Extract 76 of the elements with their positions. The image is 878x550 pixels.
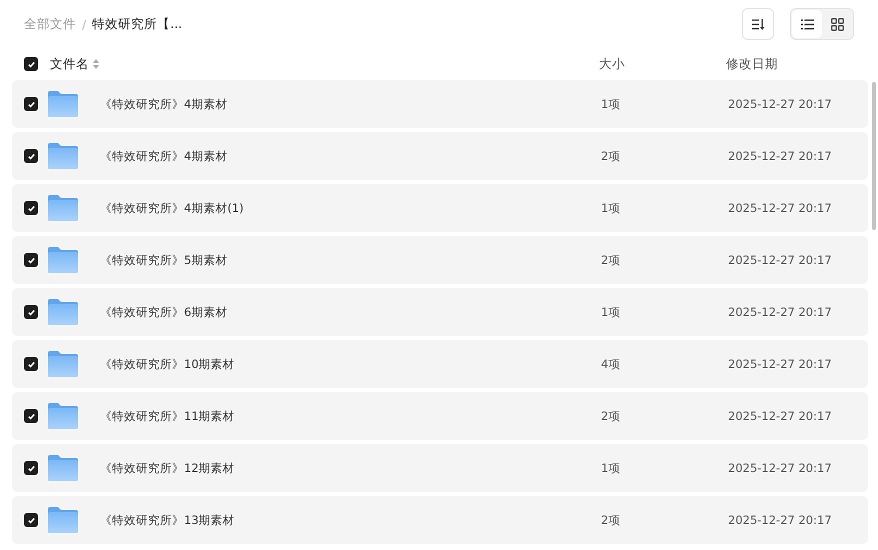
file-row[interactable]: 《特效研究所》11期素材 2项 2025-12-27 20:17	[12, 392, 868, 440]
file-size: 1项	[601, 304, 620, 318]
file-row[interactable]: 《特效研究所》10期素材 4项 2025-12-27 20:17	[12, 340, 868, 388]
file-row[interactable]: 《特效研究所》4期素材 2项 2025-12-27 20:17	[12, 132, 868, 180]
modified-date: 2025-12-27 20:17	[728, 149, 832, 163]
list-view-icon	[800, 18, 814, 30]
file-name: 《特效研究所》5期素材	[100, 252, 228, 268]
grid-view-icon	[830, 18, 844, 30]
file-name: 《特效研究所》13期素材	[100, 512, 235, 528]
file-row[interactable]: 《特效研究所》12期素材 1项 2025-12-27 20:17	[12, 444, 868, 492]
folder-icon	[48, 143, 78, 169]
folder-icon	[48, 351, 78, 377]
column-header[interactable]: 文件名	[50, 56, 89, 72]
check-icon	[26, 256, 36, 264]
folder-icon	[48, 195, 78, 221]
checkbox[interactable]	[24, 201, 38, 215]
checkbox[interactable]	[24, 513, 38, 527]
check-icon	[26, 308, 36, 316]
file-size: 2项	[601, 512, 620, 526]
modified-date: 2025-12-27 20:17	[728, 357, 832, 371]
folder-icon	[48, 247, 78, 273]
check-icon	[26, 516, 36, 524]
check-icon	[26, 100, 36, 108]
file-name: 《特效研究所》10期素材	[100, 356, 235, 372]
checkbox[interactable]	[24, 461, 38, 475]
folder-icon	[48, 91, 78, 117]
check-icon	[26, 152, 36, 160]
checkbox[interactable]	[24, 149, 38, 163]
file-size: 2项	[601, 148, 620, 162]
sort-button[interactable]	[742, 8, 774, 40]
modified-date: 2025-12-27 20:17	[728, 253, 832, 267]
file-name: 《特效研究所》12期素材	[100, 460, 235, 476]
file-name: 《特效研究所》11期素材	[100, 408, 235, 424]
file-size: 1项	[601, 200, 620, 214]
modified-date: 2025-12-27 20:17	[728, 409, 832, 423]
checkbox[interactable]	[24, 305, 38, 319]
column-header[interactable]: 大小	[599, 56, 625, 72]
file-row[interactable]: 《特效研究所》5期素材 2项 2025-12-27 20:17	[12, 236, 868, 284]
checkbox[interactable]	[24, 97, 38, 111]
breadcrumb-item[interactable]: 特效研究所【...	[92, 16, 182, 32]
checkbox[interactable]	[24, 57, 38, 71]
check-icon	[26, 360, 36, 368]
breadcrumb-separator: /	[82, 16, 86, 32]
file-size: 4项	[601, 356, 620, 370]
file-name: 《特效研究所》4期素材	[100, 148, 228, 164]
checkbox[interactable]	[24, 357, 38, 371]
column-header[interactable]: 修改日期	[726, 56, 778, 72]
file-size: 1项	[601, 96, 620, 110]
scrollbar[interactable]	[872, 82, 876, 230]
file-row[interactable]: 《特效研究所》4期素材(1) 1项 2025-12-27 20:17	[12, 184, 868, 232]
check-icon	[26, 412, 36, 420]
view-toggle[interactable]	[792, 10, 822, 38]
file-name: 《特效研究所》6期素材	[100, 304, 228, 320]
file-row[interactable]: 《特效研究所》13期素材 2项 2025-12-27 20:17	[12, 496, 868, 544]
file-name: 《特效研究所》4期素材(1)	[100, 200, 244, 216]
modified-date: 2025-12-27 20:17	[728, 513, 832, 527]
folder-icon	[48, 403, 78, 429]
folder-icon	[48, 455, 78, 481]
sort-icon	[752, 18, 764, 30]
check-icon	[26, 204, 36, 212]
modified-date: 2025-12-27 20:17	[728, 201, 832, 215]
file-row[interactable]: 《特效研究所》6期素材 1项 2025-12-27 20:17	[12, 288, 868, 336]
file-row[interactable]: 《特效研究所》4期素材 1项 2025-12-27 20:17	[12, 80, 868, 128]
checkbox[interactable]	[24, 409, 38, 423]
modified-date: 2025-12-27 20:17	[728, 305, 832, 319]
modified-date: 2025-12-27 20:17	[728, 97, 832, 111]
file-size: 2项	[601, 408, 620, 422]
file-size: 2项	[601, 252, 620, 266]
check-icon	[26, 60, 36, 68]
folder-icon	[48, 507, 78, 533]
file-size: 1项	[601, 460, 620, 474]
file-name: 《特效研究所》4期素材	[100, 96, 228, 112]
checkbox[interactable]	[24, 253, 38, 267]
folder-icon	[48, 299, 78, 325]
check-icon	[26, 464, 36, 472]
modified-date: 2025-12-27 20:17	[728, 461, 832, 475]
